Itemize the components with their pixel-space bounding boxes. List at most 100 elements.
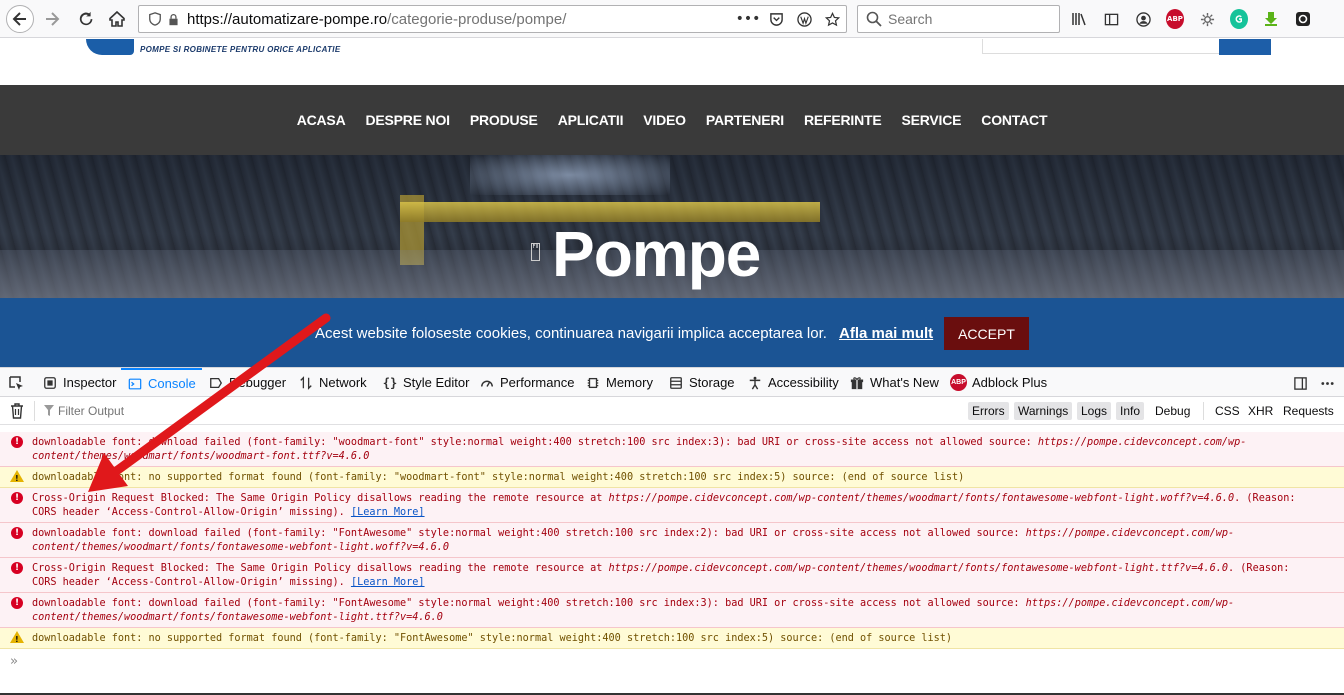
error-icon: ! — [11, 492, 23, 504]
console-message-error[interactable]: ! Cross-Origin Request Blocked: The Same… — [0, 558, 1344, 593]
grammarly-icon[interactable] — [1230, 9, 1248, 29]
tab-whats-new-label: What's New — [870, 375, 939, 390]
tab-network[interactable]: Network — [298, 368, 367, 397]
site-search-input[interactable] — [982, 39, 1220, 54]
cookie-accept-button[interactable]: ACCEPT — [944, 317, 1029, 350]
debugger-icon — [208, 375, 224, 391]
cookie-learn-more-link[interactable]: Afla mai mult — [839, 325, 933, 342]
tab-performance[interactable]: Performance — [479, 368, 574, 397]
filter-errors-button[interactable]: Errors — [968, 402, 1009, 420]
network-icon — [298, 375, 314, 391]
search-icon — [866, 11, 882, 27]
adblock-plus-icon[interactable]: ABP — [1166, 9, 1184, 29]
console-message-error[interactable]: ! downloadable font: download failed (fo… — [0, 432, 1344, 467]
site-header: POMPE SI ROBINETE PENTRU ORICE APLICATIE — [0, 39, 1344, 85]
message-url[interactable]: https://pompe.cidevconcept.com/wp-conten… — [609, 563, 1228, 574]
tab-console[interactable]: Console — [121, 368, 202, 397]
page-actions-icon[interactable]: ••• — [736, 10, 761, 28]
filter-debug-button[interactable]: Debug — [1151, 402, 1194, 420]
gift-icon — [849, 375, 865, 391]
console-message-error[interactable]: ! Cross-Origin Request Blocked: The Same… — [0, 488, 1344, 523]
filter-level-separator — [1203, 402, 1204, 420]
filter-requests-button[interactable]: Requests — [1279, 402, 1338, 420]
download-extension-icon[interactable] — [1262, 9, 1280, 29]
console-message-warning[interactable]: ! downloadable font: no supported format… — [0, 628, 1344, 649]
filter-output-input[interactable] — [44, 402, 344, 420]
tab-debugger[interactable]: Debugger — [208, 368, 286, 397]
filter-css-button[interactable]: CSS — [1211, 402, 1244, 420]
nav-despre-noi[interactable]: DESPRE NOI — [365, 112, 450, 128]
home-button[interactable] — [104, 6, 130, 32]
toolbar-extensions: ABP — [1070, 9, 1312, 29]
console-input-prompt[interactable]: » — [10, 654, 18, 669]
url-bar[interactable]: https://automatizare-pompe.ro/categorie-… — [138, 5, 847, 33]
filter-logs-button[interactable]: Logs — [1077, 402, 1112, 420]
element-picker-icon[interactable] — [8, 375, 24, 391]
reload-button[interactable] — [73, 6, 99, 32]
tab-style-editor[interactable]: {} Style Editor — [382, 368, 470, 397]
console-filterbar: Errors Warnings Logs Info Debug CSS XHR … — [0, 397, 1344, 425]
learn-more-link[interactable]: [Learn More] — [351, 577, 425, 588]
forward-button[interactable] — [39, 6, 65, 32]
sidebar-icon[interactable] — [1102, 9, 1120, 29]
tab-console-label: Console — [148, 376, 196, 391]
tab-adblock-plus[interactable]: ABP Adblock Plus — [950, 368, 1047, 397]
message-text: downloadable font: download failed (font… — [32, 598, 1235, 623]
link-extension-icon[interactable] — [1294, 9, 1312, 29]
tab-inspector[interactable]: Inspector — [42, 368, 116, 397]
message-text: Cross-Origin Request Blocked: The Same O… — [32, 493, 1302, 518]
tab-accessibility[interactable]: Accessibility — [747, 368, 839, 397]
pocket-icon[interactable] — [768, 10, 784, 28]
message-url[interactable]: https://pompe.cidevconcept.com/wp-conten… — [609, 493, 1235, 504]
nav-produse[interactable]: PRODUSE — [470, 112, 538, 128]
message-text: Cross-Origin Request Blocked: The Same O… — [32, 563, 1296, 588]
url-host: https://automatizare-pompe.ro — [187, 10, 388, 28]
wordpress-icon[interactable] — [796, 10, 812, 28]
dock-side-icon[interactable] — [1291, 374, 1309, 392]
error-icon: ! — [11, 527, 23, 539]
library-icon[interactable] — [1070, 9, 1088, 29]
main-navigation: ACASA DESPRE NOI PRODUSE APLICATII VIDEO… — [0, 85, 1344, 155]
filter-warnings-button[interactable]: Warnings — [1014, 402, 1073, 420]
tab-style-editor-label: Style Editor — [403, 375, 470, 390]
error-icon: ! — [11, 597, 23, 609]
tab-storage-label: Storage — [689, 375, 735, 390]
filter-xhr-button[interactable]: XHR — [1244, 402, 1277, 420]
site-logo[interactable] — [86, 39, 134, 55]
filter-info-button[interactable]: Info — [1116, 402, 1145, 420]
bookmark-star-icon[interactable] — [824, 10, 840, 28]
gear-extension-icon[interactable] — [1198, 9, 1216, 29]
nav-video[interactable]: VIDEO — [643, 112, 686, 128]
message-text: downloadable font: download failed (font… — [32, 437, 1247, 462]
nav-parteneri[interactable]: PARTENERI — [706, 112, 784, 128]
more-options-icon[interactable] — [1318, 374, 1336, 392]
tab-storage[interactable]: Storage — [668, 368, 735, 397]
console-message-warning[interactable]: ! downloadable font: no supported format… — [0, 467, 1344, 488]
tab-whats-new[interactable]: What's New — [849, 368, 939, 397]
nav-service[interactable]: SERVICE — [901, 112, 961, 128]
nav-contact[interactable]: CONTACT — [981, 112, 1047, 128]
url-text[interactable]: https://automatizare-pompe.ro/categorie-… — [187, 11, 566, 28]
shield-icon[interactable] — [147, 11, 163, 27]
learn-more-link[interactable]: [Learn More] — [351, 507, 425, 518]
trash-icon[interactable] — [10, 403, 24, 419]
search-input[interactable] — [888, 11, 1048, 27]
search-bar[interactable] — [857, 5, 1060, 33]
tab-memory[interactable]: Memory — [585, 368, 653, 397]
nav-aplicatii[interactable]: APLICATII — [558, 112, 624, 128]
hero-light — [470, 155, 670, 195]
console-message-error[interactable]: ! downloadable font: download failed (fo… — [0, 523, 1344, 558]
console-message-error[interactable]: ! downloadable font: download failed (fo… — [0, 593, 1344, 628]
back-button[interactable] — [6, 5, 34, 33]
tab-accessibility-label: Accessibility — [768, 375, 839, 390]
account-icon[interactable] — [1134, 9, 1152, 29]
nav-acasa[interactable]: ACASA — [297, 112, 346, 128]
site-search-button[interactable] — [1219, 39, 1271, 55]
devtools-tabbar: Inspector Console Debugger Network {} St… — [0, 367, 1344, 397]
memory-icon — [585, 375, 601, 391]
nav-referinte[interactable]: REFERINTE — [804, 112, 882, 128]
inspector-icon — [42, 375, 58, 391]
message-text: downloadable font: no supported format f… — [32, 633, 953, 644]
browser-toolbar: https://automatizare-pompe.ro/categorie-… — [0, 0, 1344, 38]
lock-icon[interactable] — [165, 11, 181, 27]
